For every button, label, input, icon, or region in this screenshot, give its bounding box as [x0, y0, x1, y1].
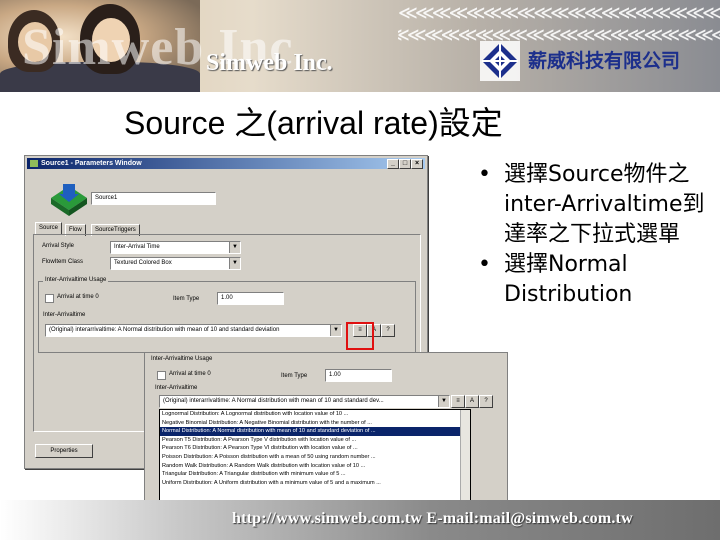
- dropdown-zoom-window: Inter-Arrivaltime Usage Arrival at time …: [144, 352, 508, 507]
- arrival-style-label: Arrival Style: [42, 243, 75, 249]
- arrival-time0-label: Arrival at time 0: [57, 294, 99, 300]
- footer-contact: http://www.simweb.com.tw E-mail:mail@sim…: [232, 510, 633, 527]
- window-title: Source1 - Parameters Window: [41, 160, 142, 167]
- zoom-interarrival-select[interactable]: (Original) interarrivaltime: A Normal di…: [159, 395, 450, 408]
- chevron-down-icon: ▼: [229, 258, 240, 269]
- minimize-button[interactable]: _: [387, 159, 399, 169]
- slide-title: Source 之(arrival rate)設定: [124, 105, 503, 141]
- zoom-interarrival-label: Inter-Arrivaltime: [155, 385, 198, 391]
- zoom-group-title: Inter-Arrivaltime Usage: [151, 356, 213, 362]
- arrival-style-select[interactable]: Inter-Arrival Time ▼: [110, 241, 241, 254]
- chevron-down-icon: ▼: [438, 396, 449, 407]
- list-scrollbar[interactable]: [460, 410, 470, 500]
- bullet-list: • 選擇Source物件之inter-Arrivaltime到達率之下拉式選單 …: [478, 160, 714, 310]
- list-item-selected[interactable]: Normal Distribution: A Normal distributi…: [160, 427, 470, 436]
- maximize-button[interactable]: □: [399, 159, 411, 169]
- interarrival-label: Inter-Arrivaltime: [43, 312, 86, 318]
- list-item[interactable]: Triangular Distribution: A Triangular di…: [160, 470, 470, 479]
- header-banner: Simweb Inc Simweb Inc. ≪≪≪≪≪≪≪≪≪≪≪≪≪≪≪≪≪…: [0, 0, 720, 92]
- list-item[interactable]: Poisson Distribution: A Poisson distribu…: [160, 453, 470, 462]
- company-logo-icon: [480, 41, 520, 81]
- zoom-item-type-label: Item Type: [281, 373, 308, 379]
- item-type-label: Item Type: [173, 296, 200, 302]
- zoom-edit-code-button[interactable]: ≡: [451, 395, 465, 408]
- group-title: Inter-Arrivaltime Usage: [43, 277, 109, 283]
- flowitem-class-label: FlowItem Class: [42, 259, 84, 265]
- list-item[interactable]: Pearson T6 Distribution: A Pearson Type …: [160, 444, 470, 453]
- window-icon: [30, 160, 38, 167]
- arrival-time0-checkbox[interactable]: [45, 294, 54, 303]
- list-item[interactable]: Uniform Distribution: A Uniform distribu…: [160, 479, 470, 488]
- help-button[interactable]: ?: [381, 324, 395, 337]
- window-titlebar: Source1 - Parameters Window _ □ ×: [27, 158, 425, 169]
- bullet-item: • 選擇Normal Distribution: [478, 252, 633, 307]
- zoom-arrival-time0-checkbox[interactable]: [157, 371, 166, 380]
- source-object-icon: [51, 184, 87, 216]
- zoom-template-button[interactable]: A: [465, 395, 479, 408]
- list-item[interactable]: Random Walk Distribution: A Random Walk …: [160, 462, 470, 471]
- logo-text: Simweb Inc.: [206, 50, 333, 76]
- bullet-dot-icon: •: [478, 162, 491, 187]
- bullet-dot-icon: •: [478, 252, 491, 277]
- list-item[interactable]: Pearson T5 Distribution: A Pearson Type …: [160, 436, 470, 445]
- bullet-item: • 選擇Source物件之inter-Arrivaltime到達率之下拉式選單: [478, 162, 705, 247]
- zoom-arrival-time0-label: Arrival at time 0: [169, 371, 211, 377]
- object-name-field[interactable]: Source1: [91, 192, 216, 205]
- list-item[interactable]: Lognormal Distribution: A Lognormal dist…: [160, 410, 470, 419]
- chevron-pattern: ≪≪≪≪≪≪≪≪≪≪≪≪≪≪≪≪≪≪≪≪ ≪≪≪≪≪≪≪≪≪≪≪≪≪≪≪≪≪≪≪≪…: [398, 2, 720, 46]
- zoom-help-button[interactable]: ?: [479, 395, 493, 408]
- flowitem-class-select[interactable]: Textured Colored Box ▼: [110, 257, 241, 270]
- highlight-box: [346, 322, 374, 350]
- company-name: 薪威科技有限公司: [528, 50, 681, 72]
- interarrival-select[interactable]: (Original) interarrivaltime: A Normal di…: [45, 324, 342, 337]
- chevron-down-icon: ▼: [330, 325, 341, 336]
- properties-button[interactable]: Properties: [35, 444, 93, 458]
- distribution-dropdown-list[interactable]: Lognormal Distribution: A Lognormal dist…: [159, 409, 471, 501]
- list-item[interactable]: Negative Binomial Distribution: A Negati…: [160, 419, 470, 428]
- item-type-field[interactable]: 1.00: [217, 292, 284, 305]
- chevron-down-icon: ▼: [229, 242, 240, 253]
- close-button[interactable]: ×: [411, 159, 423, 169]
- zoom-item-type-field[interactable]: 1.00: [325, 369, 392, 382]
- tab-source[interactable]: Source: [35, 222, 63, 234]
